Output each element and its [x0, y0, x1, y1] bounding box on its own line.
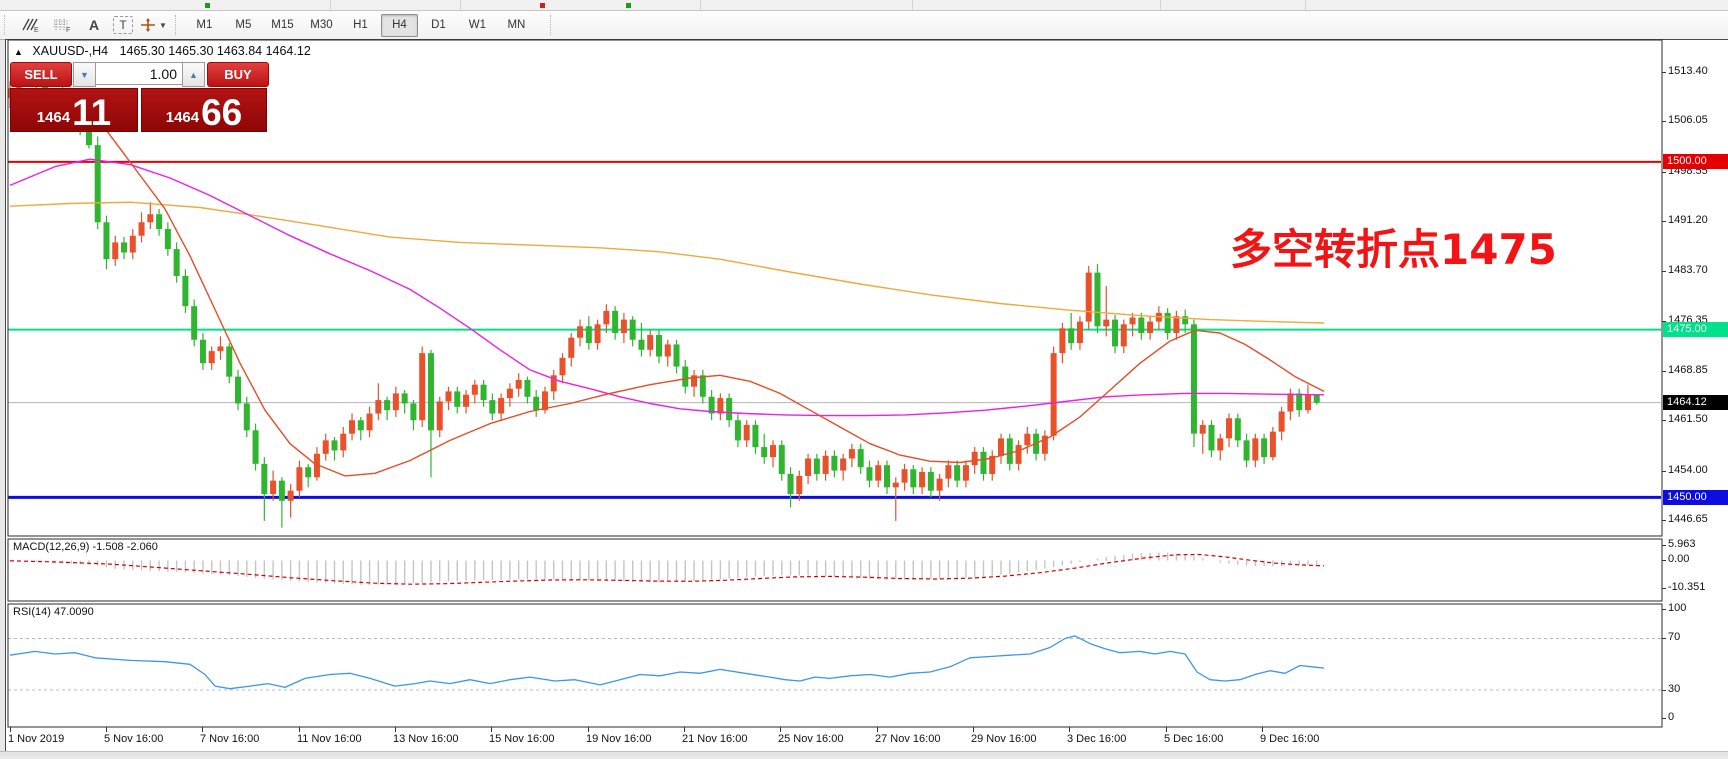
rsi-axis-tick	[1662, 690, 1666, 691]
one-click-trading-panel: SELL ▼ ▲ BUY 1464 11 1464 66	[10, 60, 270, 132]
time-axis-label: 13 Nov 16:00	[393, 733, 458, 745]
price-axis-tick	[1662, 221, 1666, 222]
macd-signal-line	[10, 555, 1324, 585]
window-bottom-edge	[0, 751, 1728, 755]
time-axis-label: 5 Dec 16:00	[1164, 733, 1223, 745]
volume-increase-button[interactable]: ▲	[182, 62, 205, 87]
time-axis-label: 11 Nov 16:00	[297, 733, 362, 745]
sell-price-main: 1464	[37, 109, 70, 126]
time-axis-tick	[395, 727, 396, 732]
ma-mid-line	[10, 159, 1324, 415]
price-axis-tick	[1662, 121, 1666, 122]
price-axis-tick	[1662, 172, 1666, 173]
time-axis-label: 15 Nov 16:00	[489, 733, 554, 745]
time-axis-tick	[106, 727, 107, 732]
time-axis-tick	[780, 727, 781, 732]
buy-price-button[interactable]: 1464 66	[141, 88, 267, 132]
price-axis-label: 1513.40	[1668, 65, 1708, 77]
rsi-axis-label: 70	[1668, 631, 1680, 643]
rsi-line	[10, 636, 1324, 689]
macd-axis-tick	[1662, 545, 1666, 546]
time-axis-tick	[10, 727, 11, 732]
rsi-axis-tick	[1662, 718, 1666, 719]
macd-axis-label: 0.00	[1668, 553, 1689, 565]
rsi-axis-label: 30	[1668, 683, 1680, 695]
time-axis-tick	[588, 727, 589, 732]
macd-axis-label: -10.351	[1668, 581, 1705, 593]
time-axis-label: 29 Nov 16:00	[971, 733, 1036, 745]
time-axis-tick	[684, 727, 685, 732]
chart-title: ▲ XAUUSD-,H4 1465.30 1465.30 1463.84 146…	[14, 44, 311, 58]
buy-price-pips: 66	[201, 96, 242, 130]
macd-axis-label: 5.963	[1668, 538, 1696, 550]
price-axis-tick	[1662, 72, 1666, 73]
ohlc-values: 1465.30 1465.30 1463.84 1464.12	[120, 44, 311, 58]
time-axis-label: 1 Nov 2019	[8, 733, 64, 745]
time-axis-tick	[1166, 727, 1167, 732]
time-axis-label: 25 Nov 16:00	[778, 733, 843, 745]
macd-group	[10, 553, 1324, 585]
current-price-badge: 1464.12	[1663, 395, 1728, 410]
price-axis-label: 1491.20	[1668, 214, 1708, 226]
rsi-axis-tick	[1662, 638, 1666, 639]
volume-decrease-button[interactable]: ▼	[73, 62, 96, 87]
price-axis-tick	[1662, 271, 1666, 272]
price-level-badge: 1500.00	[1663, 154, 1728, 169]
time-axis-tick	[299, 727, 300, 732]
price-axis-label: 1483.70	[1668, 264, 1708, 276]
time-axis-tick	[202, 727, 203, 732]
price-level-badge: 1450.00	[1663, 490, 1728, 505]
buy-price-main: 1464	[166, 109, 199, 126]
price-axis-label: 1446.65	[1668, 513, 1708, 525]
time-axis-tick	[1262, 727, 1263, 732]
time-axis-label: 27 Nov 16:00	[875, 733, 940, 745]
time-axis-label: 7 Nov 16:00	[200, 733, 259, 745]
price-axis-label: 1454.00	[1668, 464, 1708, 476]
price-level-badge: 1475.00	[1663, 322, 1728, 337]
macd-indicator-label: MACD(12,26,9) -1.508 -2.060	[13, 541, 158, 553]
ma-slow-line	[10, 202, 1324, 323]
price-axis-tick	[1662, 371, 1666, 372]
rsi-axis-tick	[1662, 609, 1666, 610]
time-axis-tick	[877, 727, 878, 732]
time-axis-label: 9 Dec 16:00	[1260, 733, 1319, 745]
rsi-group	[8, 636, 1662, 690]
time-axis-label: 19 Nov 16:00	[586, 733, 651, 745]
price-axis-tick	[1662, 420, 1666, 421]
main-chart-group	[7, 67, 1662, 528]
price-axis-tick	[1662, 520, 1666, 521]
macd-axis-tick	[1662, 560, 1666, 561]
price-axis-tick	[1662, 471, 1666, 472]
rsi-indicator-label: RSI(14) 47.0090	[13, 606, 94, 618]
ma-fast-line	[85, 102, 1324, 476]
time-axis-tick	[973, 727, 974, 732]
symbol-period-label: XAUUSD-,H4	[32, 44, 108, 58]
rsi-axis-label: 0	[1668, 711, 1674, 723]
sell-price-button[interactable]: 1464 11	[10, 88, 138, 132]
time-axis-label: 3 Dec 16:00	[1067, 733, 1126, 745]
rsi-axis-label: 100	[1668, 602, 1686, 614]
time-axis-tick	[491, 727, 492, 732]
volume-stepper: ▼ ▲	[73, 62, 205, 85]
time-axis-tick	[1069, 727, 1070, 732]
price-axis-label: 1468.85	[1668, 364, 1708, 376]
sell-button[interactable]: SELL	[10, 62, 72, 87]
macd-axis-tick	[1662, 588, 1666, 589]
chart-annotation-text: 多空转折点1475	[1230, 216, 1557, 277]
buy-button[interactable]: BUY	[207, 62, 269, 87]
sell-price-pips: 11	[72, 96, 111, 130]
time-axis-label: 21 Nov 16:00	[682, 733, 747, 745]
collapse-arrow-icon[interactable]: ▲	[14, 47, 23, 57]
price-axis-label: 1506.05	[1668, 114, 1708, 126]
time-axis-label: 5 Nov 16:00	[104, 733, 163, 745]
volume-input[interactable]	[96, 62, 182, 85]
price-axis-label: 1461.50	[1668, 413, 1708, 425]
